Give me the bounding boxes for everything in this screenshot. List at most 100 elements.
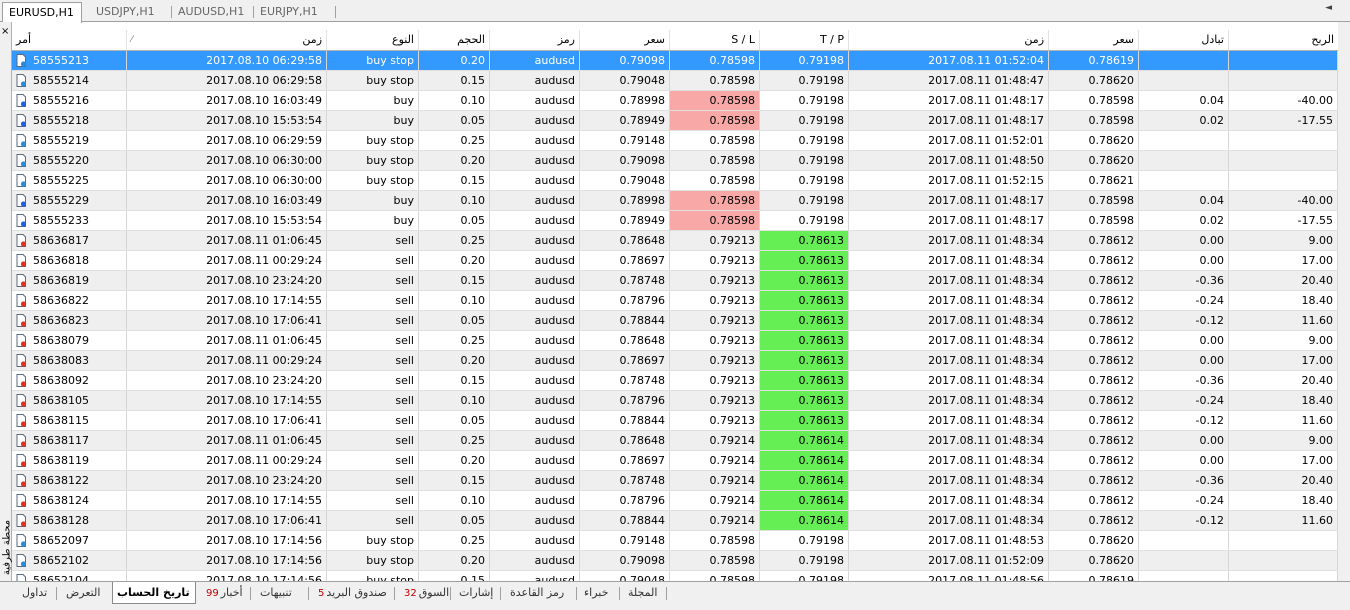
table-row[interactable]: 58555218 2017.08.10 15:53:54 buy 0.05 audusd… — [12, 111, 1338, 131]
open-time-cell: 2017.08.11 00:29:24 — [127, 451, 327, 470]
stop-loss-cell: 0.78598 — [670, 571, 760, 581]
symbol-cell: audusd — [490, 491, 580, 510]
tab-exposure[interactable]: التعرض — [62, 582, 104, 604]
order-type-cell: sell — [327, 451, 419, 470]
table-row[interactable]: 58636818 2017.08.11 00:29:24 sell 0.20 audus… — [12, 251, 1338, 271]
order-number-cell: 58636817 — [12, 231, 127, 250]
volume-cell: 0.15 — [419, 371, 490, 390]
tab-signals[interactable]: إشارات — [455, 582, 497, 604]
table-row[interactable]: 58638124 2017.08.10 17:14:55 sell 0.10 audus… — [12, 491, 1338, 511]
tab-mailbox[interactable]: صندوق البريد5 — [312, 582, 391, 604]
scroll-left-icon[interactable]: ◄ — [1325, 3, 1332, 13]
close-price-cell: 0.78621 — [1049, 171, 1139, 190]
tab-code-base[interactable]: رمز القاعدة — [506, 582, 568, 604]
symbol-cell: audusd — [490, 271, 580, 290]
open-time-cell: 2017.08.10 06:29:58 — [127, 71, 327, 90]
tab-trade[interactable]: تداول — [18, 582, 51, 604]
table-row[interactable]: 58636817 2017.08.11 01:06:45 sell 0.25 audus… — [12, 231, 1338, 251]
open-price-cell: 0.78697 — [580, 251, 670, 270]
close-icon[interactable]: × — [1, 26, 9, 37]
tab-experts[interactable]: خبراء — [580, 582, 612, 604]
chart-tab-usdjpy[interactable]: USDJPY,H1 — [90, 2, 172, 22]
table-row[interactable]: 58555220 2017.08.10 06:30:00 buy stop 0.20 a… — [12, 151, 1338, 171]
open-price-cell: 0.78949 — [580, 111, 670, 130]
swap-cell: -0.36 — [1139, 471, 1229, 490]
take-profit-cell: 0.78614 — [760, 511, 849, 530]
order-type-cell: sell — [327, 331, 419, 350]
table-row[interactable]: 58638115 2017.08.10 17:06:41 sell 0.05 audus… — [12, 411, 1338, 431]
order-type-cell: sell — [327, 271, 419, 290]
order-type-cell: buy stop — [327, 71, 419, 90]
open-price-cell: 0.78648 — [580, 331, 670, 350]
table-row[interactable]: 58638105 2017.08.10 17:14:55 sell 0.10 audus… — [12, 391, 1338, 411]
col-header-type[interactable]: النوع — [327, 30, 419, 50]
table-row[interactable]: 58636823 2017.08.10 17:06:41 sell 0.05 audus… — [12, 311, 1338, 331]
table-row[interactable]: 58638122 2017.08.10 23:24:20 sell 0.15 audus… — [12, 471, 1338, 491]
close-time-cell: 2017.08.11 01:48:34 — [849, 311, 1049, 330]
open-time-cell: 2017.08.10 16:03:49 — [127, 91, 327, 110]
col-header-swap[interactable]: تبادل — [1139, 30, 1229, 50]
order-type-cell: buy — [327, 111, 419, 130]
tab-news[interactable]: أخبار99 — [200, 582, 247, 604]
close-price-cell: 0.78612 — [1049, 491, 1139, 510]
table-row[interactable]: 58652104 2017.08.10 17:14:56 buy stop 0.15 a… — [12, 571, 1338, 581]
table-row[interactable]: 58555225 2017.08.10 06:30:00 buy stop 0.15 a… — [12, 171, 1338, 191]
open-price-cell: 0.79048 — [580, 171, 670, 190]
order-type-cell: buy — [327, 91, 419, 110]
open-time-cell: 2017.08.10 06:30:00 — [127, 171, 327, 190]
col-header-symbol[interactable]: رمز — [490, 30, 580, 50]
col-header-open-price[interactable]: سعر — [580, 30, 670, 50]
table-row[interactable]: 58638117 2017.08.11 01:06:45 sell 0.25 audus… — [12, 431, 1338, 451]
table-row[interactable]: 58652102 2017.08.10 17:14:56 buy stop 0.20 a… — [12, 551, 1338, 571]
table-row[interactable]: 58636822 2017.08.10 17:14:55 sell 0.10 audus… — [12, 291, 1338, 311]
open-time-cell: 2017.08.11 01:06:45 — [127, 331, 327, 350]
col-header-volume[interactable]: الحجم — [419, 30, 490, 50]
sell-order-icon — [16, 374, 27, 387]
table-row[interactable]: 58636819 2017.08.10 23:24:20 sell 0.15 audus… — [12, 271, 1338, 291]
volume-cell: 0.20 — [419, 351, 490, 370]
order-number-cell: 58638122 — [12, 471, 127, 490]
tab-market[interactable]: السوق32 — [398, 582, 453, 604]
sell-order-icon — [16, 394, 27, 407]
open-time-cell: 2017.08.11 01:06:45 — [127, 431, 327, 450]
tab-alerts[interactable]: تنبيهات — [256, 582, 296, 604]
vertical-scrollbar[interactable] — [1338, 22, 1350, 582]
col-header-profit[interactable]: الربح — [1229, 30, 1338, 50]
close-time-cell: 2017.08.11 01:48:34 — [849, 251, 1049, 270]
stop-loss-cell: 0.79214 — [670, 451, 760, 470]
table-row[interactable]: 58555214 2017.08.10 06:29:58 buy stop 0.15 a… — [12, 71, 1338, 91]
table-row[interactable]: 58638128 2017.08.10 17:06:41 sell 0.05 audus… — [12, 511, 1338, 531]
table-row[interactable]: 58638092 2017.08.10 23:24:20 sell 0.15 audus… — [12, 371, 1338, 391]
table-row[interactable]: 58638083 2017.08.11 00:29:24 sell 0.20 audus… — [12, 351, 1338, 371]
table-row[interactable]: 58555216 2017.08.10 16:03:49 buy 0.10 audusd… — [12, 91, 1338, 111]
order-type-cell: sell — [327, 231, 419, 250]
open-time-cell: 2017.08.11 00:29:24 — [127, 251, 327, 270]
chart-tab-audusd[interactable]: AUDUSD,H1 — [172, 2, 254, 22]
table-row[interactable]: 58555219 2017.08.10 06:29:59 buy stop 0.25 a… — [12, 131, 1338, 151]
chart-tab-eurusd[interactable]: EURUSD,H1 — [2, 2, 82, 23]
stop-loss-cell: 0.79213 — [670, 231, 760, 250]
col-header-sl[interactable]: S / L — [670, 30, 760, 50]
table-row[interactable]: 58652097 2017.08.10 17:14:56 buy stop 0.25 a… — [12, 531, 1338, 551]
order-number-cell: 58638115 — [12, 411, 127, 430]
table-row[interactable]: 58555229 2017.08.10 16:03:49 buy 0.10 audusd… — [12, 191, 1338, 211]
profit-cell: -17.55 — [1229, 111, 1338, 130]
col-header-close-time[interactable]: زمن — [849, 30, 1049, 50]
volume-cell: 0.10 — [419, 291, 490, 310]
col-header-close-price[interactable]: سعر — [1049, 30, 1139, 50]
buy-order-icon — [16, 194, 27, 207]
tab-journal[interactable]: المجلة — [624, 582, 661, 604]
open-price-cell: 0.79098 — [580, 551, 670, 570]
table-row[interactable]: 58638119 2017.08.11 00:29:24 sell 0.20 audus… — [12, 451, 1338, 471]
take-profit-cell: 0.78613 — [760, 291, 849, 310]
take-profit-cell: 0.78613 — [760, 231, 849, 250]
close-price-cell: 0.78612 — [1049, 391, 1139, 410]
col-header-order[interactable]: أمر — [12, 30, 127, 50]
table-row[interactable]: 58638079 2017.08.11 01:06:45 sell 0.25 audus… — [12, 331, 1338, 351]
chart-tab-eurjpy[interactable]: EURJPY,H1 — [254, 2, 336, 22]
col-header-open-time[interactable]: ⁄ زمن — [127, 30, 327, 50]
table-row[interactable]: 58555213 2017.08.10 06:29:58 buy stop 0.20 a… — [12, 51, 1338, 71]
col-header-tp[interactable]: T / P — [760, 30, 849, 50]
table-row[interactable]: 58555233 2017.08.10 15:53:54 buy 0.05 audusd… — [12, 211, 1338, 231]
tab-account-history[interactable]: تاريخ الحساب — [112, 582, 196, 604]
